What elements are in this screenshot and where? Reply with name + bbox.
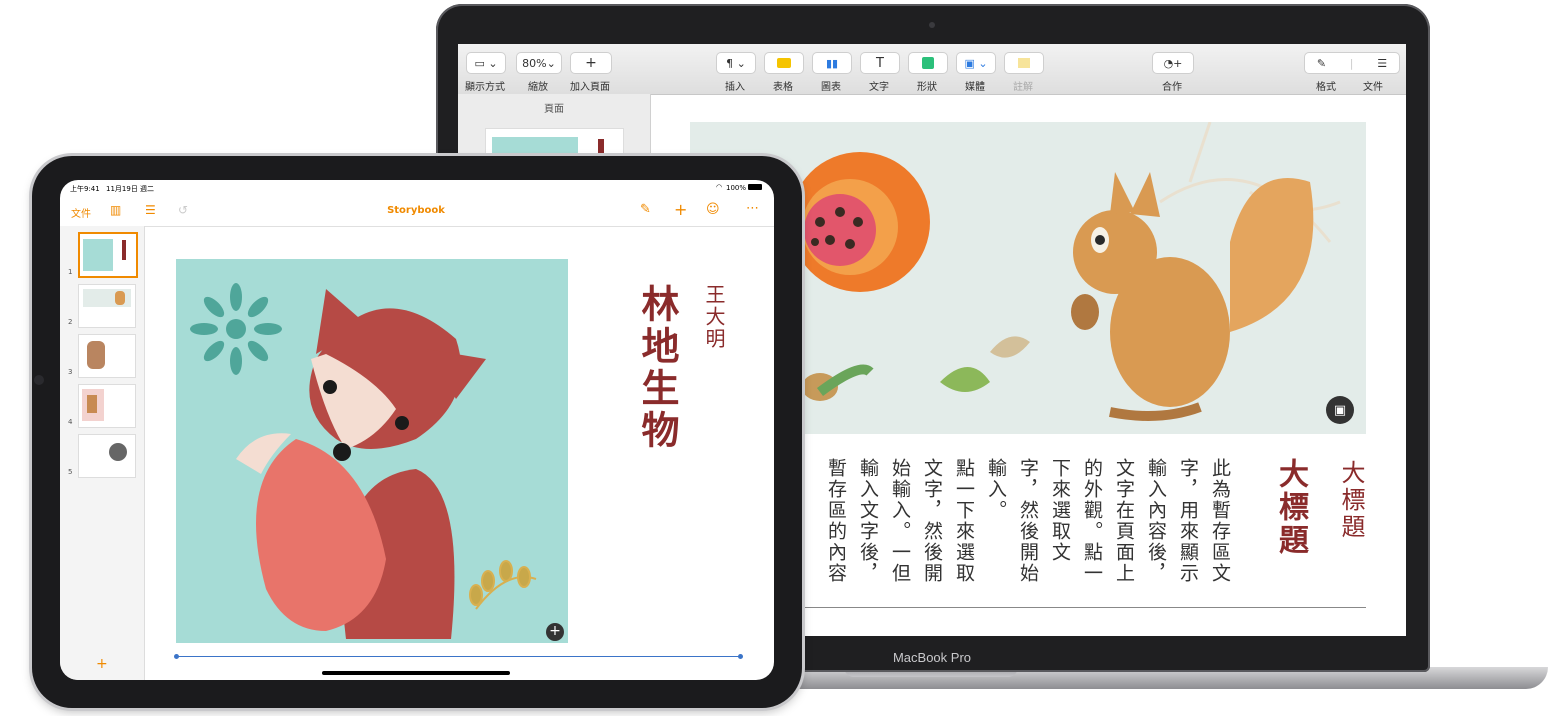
view-label: 顯示方式 bbox=[465, 82, 505, 93]
wifi-icon: ◠ bbox=[716, 183, 723, 191]
body-column: 點一下來選取 bbox=[953, 458, 975, 584]
divider-rule bbox=[798, 607, 1366, 608]
body-column: 此為暫存區文 bbox=[1209, 458, 1231, 584]
more-icon[interactable]: ⋯ bbox=[746, 201, 759, 216]
zoom-label: 縮放 bbox=[528, 82, 548, 93]
paintbrush-icon[interactable]: ✎ bbox=[1317, 57, 1326, 70]
page-thumbnail[interactable] bbox=[78, 434, 136, 478]
image-placeholder-button[interactable]: ▣ bbox=[1326, 396, 1354, 424]
body-column: 字，然後開始 bbox=[1017, 458, 1039, 584]
add-page-button[interactable]: + bbox=[570, 52, 612, 74]
ipad-screen: 上午9:41 11月19日 週二 ◠ 100% 文件 ▥ ☰ ↺ Storybo… bbox=[60, 180, 774, 680]
heading-large[interactable]: 大標題 bbox=[1268, 458, 1312, 557]
fox-illustration[interactable] bbox=[176, 259, 568, 643]
body-column: 下來選取文 bbox=[1049, 458, 1071, 563]
photo-icon: ▣ bbox=[1333, 402, 1347, 418]
mac-toolbar: ▭ ⌄ 顯示方式 80% ⌄ 縮放 + 加入頁面 ¶ ⌄ 插入 表格 ▮▮ 圖表 … bbox=[458, 44, 1406, 95]
plus-icon: + bbox=[549, 623, 561, 639]
page-thumbnail[interactable] bbox=[78, 232, 138, 278]
navigation-bar: 文件 ▥ ☰ ↺ Storybook ✎ + ☺ ⋯ bbox=[60, 198, 774, 227]
page-thumbnail[interactable] bbox=[78, 334, 136, 378]
plus-icon[interactable]: + bbox=[674, 200, 687, 219]
body-column: 字，用來顯示 bbox=[1177, 458, 1199, 584]
body-column: 的外觀。點一 bbox=[1081, 458, 1103, 584]
book-author[interactable]: 王大明 bbox=[700, 284, 729, 350]
view-button[interactable]: ▭ ⌄ bbox=[466, 52, 506, 74]
body-column: 輸入內容後， bbox=[1145, 458, 1167, 584]
insert-button[interactable]: ¶ ⌄ bbox=[716, 52, 756, 74]
body-column: 輸入。 bbox=[985, 458, 1007, 521]
list-icon[interactable]: ☰ bbox=[145, 203, 156, 217]
page-number: 3 bbox=[68, 368, 73, 376]
add-image-button[interactable]: + bbox=[546, 623, 564, 641]
page-number: 5 bbox=[68, 468, 73, 476]
text-button[interactable]: T bbox=[860, 52, 900, 74]
macbook-brand-label: MacBook Pro bbox=[892, 650, 972, 665]
sidebar-toggle-icon[interactable]: ▥ bbox=[110, 203, 121, 217]
text-icon: T bbox=[876, 55, 884, 71]
body-column: 文字在頁面上 bbox=[1113, 458, 1135, 584]
document-label: 文件 bbox=[1363, 82, 1383, 93]
plus-icon: + bbox=[585, 55, 597, 71]
body-column: 暫存區的內容 bbox=[825, 458, 847, 584]
photo-icon: ▣ ⌄ bbox=[964, 56, 988, 70]
view-icon: ▭ ⌄ bbox=[474, 56, 498, 70]
paintbrush-icon[interactable]: ✎ bbox=[640, 202, 651, 217]
chevron-down-icon: ⌄ bbox=[546, 56, 556, 70]
collaborate-button[interactable]: ◔+ bbox=[1152, 52, 1194, 74]
battery-icon bbox=[748, 184, 762, 190]
page-number: 1 bbox=[68, 268, 73, 276]
body-column: 輸入文字後， bbox=[857, 458, 879, 584]
add-page-button[interactable]: + bbox=[96, 656, 108, 672]
fox-artwork bbox=[190, 283, 537, 639]
comment-icon bbox=[1018, 58, 1030, 68]
zoom-value: 80% bbox=[522, 56, 547, 70]
page-number: 2 bbox=[68, 318, 73, 326]
selection-handle[interactable] bbox=[738, 654, 743, 659]
page-thumbnails: 1 2 3 4 5 + bbox=[60, 226, 145, 680]
comment-label: 註解 bbox=[1013, 82, 1033, 93]
selection-handle[interactable] bbox=[174, 654, 179, 659]
page-thumbnail[interactable] bbox=[78, 284, 136, 328]
collaborate-icon: ◔+ bbox=[1163, 56, 1183, 70]
shape-icon bbox=[922, 57, 934, 69]
table-icon bbox=[777, 58, 791, 68]
status-date: 11月19日 週二 bbox=[106, 185, 155, 193]
table-button[interactable] bbox=[764, 52, 804, 74]
body-column: 文字，然後開 bbox=[921, 458, 943, 584]
camera bbox=[929, 22, 935, 28]
selection-line bbox=[176, 656, 740, 657]
page-thumbnail[interactable] bbox=[78, 384, 136, 428]
undo-icon[interactable]: ↺ bbox=[178, 203, 188, 217]
add-page-label: 加入頁面 bbox=[570, 82, 610, 93]
paragraph-icon: ¶ ⌄ bbox=[726, 56, 746, 70]
sidebar-title: 頁面 bbox=[544, 104, 564, 115]
battery-percent: 100% bbox=[726, 184, 747, 192]
body-column: 始輸入。一但 bbox=[889, 458, 911, 584]
book-title[interactable]: 林地生物 bbox=[630, 284, 685, 452]
page-number: 4 bbox=[68, 418, 73, 426]
chart-button[interactable]: ▮▮ bbox=[812, 52, 852, 74]
document-icon[interactable]: ☰ bbox=[1377, 57, 1387, 70]
camera bbox=[34, 375, 44, 385]
format-document-group: ✎ | ☰ bbox=[1304, 52, 1400, 74]
collaborate-icon[interactable]: ☺ bbox=[706, 202, 720, 217]
media-button[interactable]: ▣ ⌄ bbox=[956, 52, 996, 74]
heading-small[interactable]: 大標題 bbox=[1334, 460, 1369, 541]
documents-button[interactable]: 文件 bbox=[71, 205, 91, 220]
status-time: 上午9:41 bbox=[70, 185, 100, 193]
chart-icon: ▮▮ bbox=[825, 56, 839, 70]
comment-button[interactable] bbox=[1004, 52, 1044, 74]
status-bar: 上午9:41 11月19日 週二 ◠ 100% bbox=[60, 180, 774, 198]
body-text[interactable]: 此為暫存區文 字，用來顯示 輸入內容後， 文字在頁面上 的外觀。點一 下來選取文… bbox=[798, 458, 1238, 588]
zoom-select[interactable]: 80% ⌄ bbox=[516, 52, 562, 74]
document-title: Storybook bbox=[387, 205, 445, 216]
collaborate-label: 合作 bbox=[1162, 82, 1182, 93]
home-indicator bbox=[322, 671, 510, 675]
shape-button[interactable] bbox=[908, 52, 948, 74]
